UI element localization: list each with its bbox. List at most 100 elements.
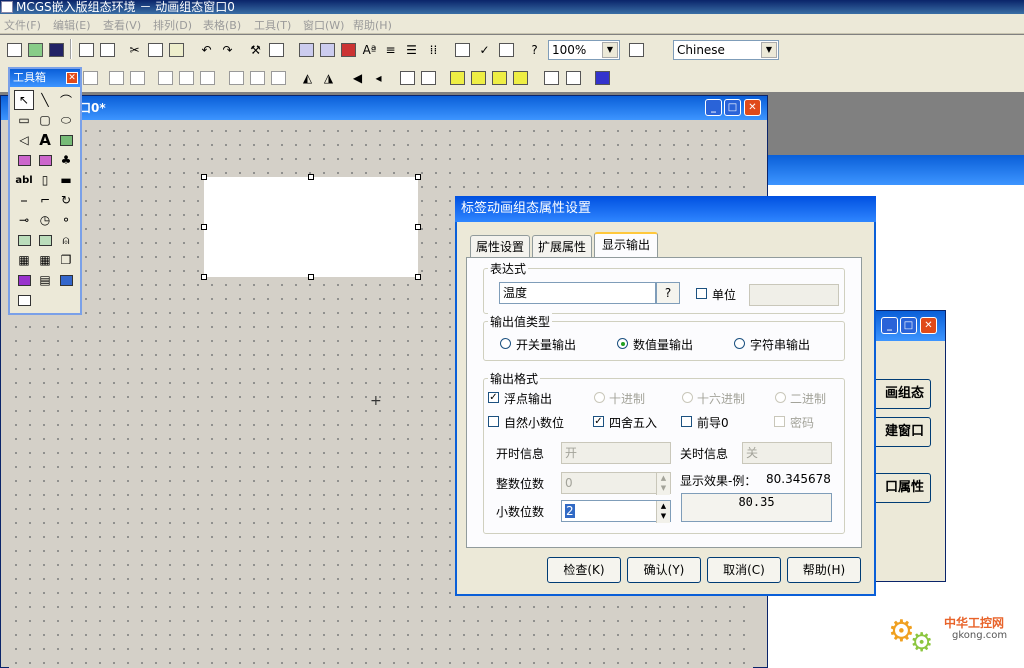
forward-icon[interactable] xyxy=(489,67,510,88)
table-tool-icon[interactable]: ▦ xyxy=(14,250,34,270)
alarm-tool-icon[interactable]: ⍝ xyxy=(56,230,76,250)
resize-handle[interactable] xyxy=(308,174,314,180)
close-button[interactable]: ✕ xyxy=(744,99,761,116)
resize-handle[interactable] xyxy=(415,274,421,280)
pipe-tool-icon[interactable]: ⎯ xyxy=(14,190,34,210)
palette-icon[interactable] xyxy=(296,39,317,60)
hex-radio[interactable] xyxy=(682,392,693,403)
backward-icon[interactable] xyxy=(510,67,531,88)
maximize-button[interactable]: □ xyxy=(900,317,917,334)
on-info-input[interactable]: 开 xyxy=(561,442,671,464)
print-preview-icon[interactable] xyxy=(97,39,118,60)
expression-help-button[interactable]: ? xyxy=(656,282,680,304)
run-icon[interactable] xyxy=(25,39,46,60)
switch-tool-icon[interactable]: ⚬ xyxy=(56,210,76,230)
help-cursor-icon[interactable]: ? xyxy=(524,39,545,60)
history-trend-tool-icon[interactable] xyxy=(35,230,55,250)
indicator-tool-icon[interactable]: ▬ xyxy=(56,170,76,190)
rounded-rect-tool-icon[interactable]: ▢ xyxy=(35,110,55,130)
gauge-tool-icon[interactable]: ◷ xyxy=(35,210,55,230)
new-window-button[interactable]: 建窗口 xyxy=(871,417,931,447)
bitmap-tool-icon[interactable] xyxy=(56,130,76,150)
arc-tool-icon[interactable]: ⌒ xyxy=(56,90,76,110)
menu-edit[interactable]: 编辑(E) xyxy=(53,17,91,33)
minimize-button[interactable]: _ xyxy=(705,99,722,116)
polygon-tool-icon[interactable]: ◁ xyxy=(14,130,34,150)
align-center-icon[interactable] xyxy=(106,67,127,88)
same-width-icon[interactable] xyxy=(155,67,176,88)
image-tool-icon[interactable] xyxy=(14,290,34,310)
tools-icon[interactable]: ⚒ xyxy=(245,39,266,60)
palette-edit-icon[interactable] xyxy=(317,39,338,60)
round-checkbox[interactable]: ✓ xyxy=(593,416,604,427)
window-properties-button[interactable]: 口属性 xyxy=(871,473,931,503)
tab-properties[interactable]: 属性设置 xyxy=(470,235,530,257)
float-output-checkbox[interactable]: ✓ xyxy=(488,392,499,403)
menu-file[interactable]: 文件(F) xyxy=(4,17,41,33)
flow-tool-icon[interactable]: ⌐ xyxy=(35,190,55,210)
trend-tool-icon[interactable] xyxy=(14,230,34,250)
spin-icon[interactable]: ▲ ▼ xyxy=(656,473,670,495)
close-icon[interactable]: ✕ xyxy=(66,72,78,84)
binary-radio[interactable] xyxy=(775,392,786,403)
menu-view[interactable]: 查看(V) xyxy=(103,17,141,33)
frame-icon[interactable] xyxy=(266,39,287,60)
menu-tools[interactable]: 工具(T) xyxy=(254,17,291,33)
flip-h-icon[interactable]: ◀ xyxy=(347,67,368,88)
numeric-output-radio[interactable] xyxy=(617,338,628,349)
decimal-radio[interactable] xyxy=(594,392,605,403)
format-brush-icon[interactable] xyxy=(563,67,584,88)
grid-toggle-icon[interactable] xyxy=(592,67,613,88)
resize-handle[interactable] xyxy=(201,274,207,280)
same-height-icon[interactable] xyxy=(176,67,197,88)
language-select[interactable]: Chinese ▼ xyxy=(673,40,779,60)
password-checkbox[interactable] xyxy=(774,416,785,427)
help-button[interactable]: 帮助(H) xyxy=(787,557,861,583)
list-icon[interactable] xyxy=(496,39,517,60)
rotate-left-icon[interactable]: ◭ xyxy=(297,67,318,88)
save-icon[interactable] xyxy=(46,39,67,60)
spin-icon[interactable]: ▲ ▼ xyxy=(656,501,670,523)
report-tool-icon[interactable]: ▦ xyxy=(35,250,55,270)
switch-output-radio[interactable] xyxy=(500,338,511,349)
language-icon[interactable] xyxy=(626,39,647,60)
line-tool-icon[interactable]: ╲ xyxy=(35,90,55,110)
maximize-button[interactable]: □ xyxy=(724,99,741,116)
resize-handle[interactable] xyxy=(201,174,207,180)
curve-tool-icon[interactable] xyxy=(14,270,34,290)
center-v-icon[interactable] xyxy=(247,67,268,88)
print-icon[interactable] xyxy=(76,39,97,60)
resize-handle[interactable] xyxy=(308,274,314,280)
decimal-digits-input[interactable]: 2 ▲ ▼ xyxy=(561,500,671,523)
rect-tool-icon[interactable]: ▭ xyxy=(14,110,34,130)
rotate-right-icon[interactable]: ◮ xyxy=(318,67,339,88)
data-tool-icon[interactable]: ▤ xyxy=(35,270,55,290)
integer-digits-input[interactable]: 0 ▲ ▼ xyxy=(561,472,671,495)
tab-display-output[interactable]: 显示输出 xyxy=(594,232,658,258)
workspace-icon[interactable] xyxy=(4,39,25,60)
ungroup-icon[interactable] xyxy=(418,67,439,88)
library-tool-icon[interactable] xyxy=(14,150,34,170)
animation-config-button[interactable]: 画组态 xyxy=(871,379,931,409)
zoom-select[interactable]: 100% ▼ xyxy=(548,40,620,60)
tab-extended[interactable]: 扩展属性 xyxy=(532,235,592,257)
group-icon[interactable] xyxy=(397,67,418,88)
ellipse-tool-icon[interactable]: ⬭ xyxy=(56,110,76,130)
properties-icon[interactable] xyxy=(452,39,473,60)
pointer-tool-icon[interactable]: ↖ xyxy=(14,90,34,110)
rotate-tool-icon[interactable]: ↻ xyxy=(56,190,76,210)
leading-zero-checkbox[interactable] xyxy=(681,416,692,427)
menu-arrange[interactable]: 排列(D) xyxy=(153,17,192,33)
same-size-icon[interactable] xyxy=(197,67,218,88)
check-button[interactable]: 检查(K) xyxy=(547,557,621,583)
layer-tool-icon[interactable]: ❐ xyxy=(56,250,76,270)
tree-tool-icon[interactable]: ♣ xyxy=(56,150,76,170)
unit-checkbox[interactable] xyxy=(696,288,707,299)
center-h-icon[interactable] xyxy=(226,67,247,88)
library2-tool-icon[interactable] xyxy=(35,150,55,170)
cut-icon[interactable]: ✂ xyxy=(124,39,145,60)
menu-window[interactable]: 窗口(W) xyxy=(303,17,344,33)
close-button[interactable]: ✕ xyxy=(920,317,937,334)
paste-icon[interactable] xyxy=(166,39,187,60)
cancel-button[interactable]: 取消(C) xyxy=(707,557,781,583)
